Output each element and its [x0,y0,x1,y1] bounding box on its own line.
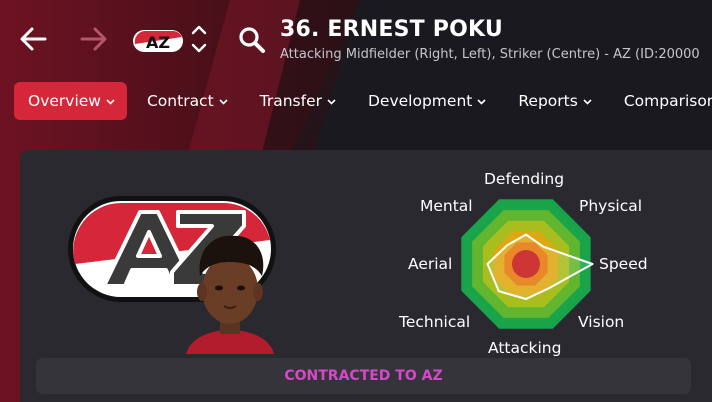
tab-overview[interactable]: Overview [14,82,127,120]
radar-label-physical: Physical [579,197,643,215]
chevron-down-icon [477,99,486,105]
chevron-down-icon [327,99,336,105]
tab-label: Comparison [623,92,712,110]
radar-label-attacking: Attacking [488,339,562,356]
radar-label-defending: Defending [484,170,565,188]
arrow-right-icon [80,27,107,51]
player-subtitle: Attacking Midfielder (Right, Left), Stri… [280,47,700,62]
tab-bar: Overview Contract Transfer Development R… [14,82,712,120]
chevron-down-icon [583,99,592,105]
tab-transfer[interactable]: Transfer [246,82,348,120]
radar-label-speed: Speed [599,255,648,273]
tab-development[interactable]: Development [354,82,498,120]
chevron-down-icon [219,99,228,105]
tab-label: Overview [28,92,101,110]
tab-reports[interactable]: Reports [504,82,603,120]
tab-contract[interactable]: Contract [133,82,240,120]
search-icon [239,27,265,53]
az-logo-icon: AZ [133,30,183,52]
search-button[interactable] [236,24,268,56]
player-switch-button[interactable] [188,22,210,56]
page-title: 36. ERNEST POKU [280,17,503,42]
forward-button[interactable] [77,24,111,54]
player-portrait [186,235,274,354]
arrow-left-icon [20,27,47,51]
contract-status-text: CONTRACTED TO AZ [284,368,443,384]
back-button[interactable] [16,24,50,54]
tab-comparison[interactable]: Comparison [610,82,712,120]
chevron-up-down-icon [191,25,207,53]
chevron-down-icon [106,99,115,105]
tab-label: Development [368,92,473,110]
contract-status-bar: CONTRACTED TO AZ [36,358,691,394]
tab-label: Reports [518,92,578,110]
radar-label-technical: Technical [399,313,471,331]
tab-label: Transfer [259,92,322,110]
radar-label-aerial: Aerial [408,255,453,273]
club-badge-small[interactable]: AZ [132,28,184,54]
club-badge-text: AZ [146,33,170,52]
tab-label: Contract [146,92,214,110]
radar-label-vision: Vision [578,313,625,331]
radar-label-mental: Mental [420,197,473,215]
